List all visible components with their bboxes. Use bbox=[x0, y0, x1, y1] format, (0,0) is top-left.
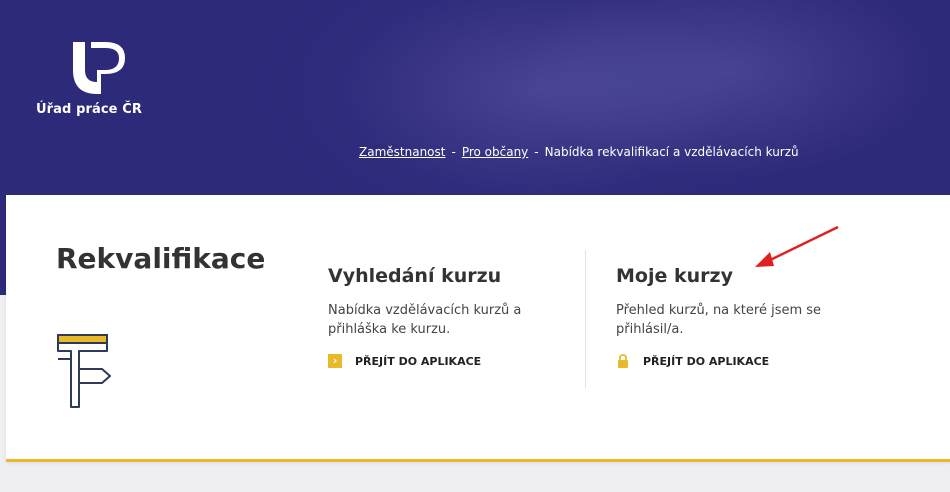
breadcrumb-separator: - bbox=[451, 145, 456, 159]
lock-icon bbox=[618, 354, 628, 368]
my-courses-action-label: PŘEJÍT DO APLIKACE bbox=[643, 354, 770, 368]
logo-text: Úřad práce ČR bbox=[36, 102, 142, 117]
chevron-right-icon: › bbox=[328, 354, 342, 368]
column-divider bbox=[585, 250, 586, 388]
logo-mark-icon bbox=[73, 42, 125, 94]
breadcrumb-separator: - bbox=[534, 145, 539, 159]
logo[interactable]: Úřad práce ČR bbox=[36, 38, 166, 128]
my-courses-description: Přehled kurzů, na které jsem se přihlási… bbox=[616, 303, 822, 337]
search-course-section: Vyhledání kurzu Nabídka vzdělávacích kur… bbox=[328, 265, 568, 368]
breadcrumb-current: Nabídka rekvalifikací a vzdělávacích kur… bbox=[544, 145, 799, 159]
card-title: Rekvalifikace bbox=[56, 242, 266, 275]
breadcrumb-link-pro-obcany[interactable]: Pro občany bbox=[462, 145, 528, 159]
signpost-icon bbox=[57, 334, 111, 408]
search-course-heading: Vyhledání kurzu bbox=[328, 265, 502, 287]
search-course-description: Nabídka vzdělávacích kurzů a přihláška k… bbox=[328, 303, 522, 337]
search-course-action-label: PŘEJÍT DO APLIKACE bbox=[355, 354, 482, 368]
my-courses-section: Moje kurzy Přehled kurzů, na které jsem … bbox=[616, 265, 876, 368]
annotation-arrow-icon bbox=[755, 225, 839, 267]
my-courses-open-app-link[interactable]: PŘEJÍT DO APLIKACE bbox=[616, 354, 876, 368]
breadcrumb: Zaměstnanost - Pro občany - Nabídka rekvalif… bbox=[359, 145, 799, 159]
search-course-open-app-link[interactable]: › PŘEJÍT DO APLIKACE bbox=[328, 354, 568, 368]
breadcrumb-link-zamestnanost[interactable]: Zaměstnanost bbox=[359, 145, 445, 159]
